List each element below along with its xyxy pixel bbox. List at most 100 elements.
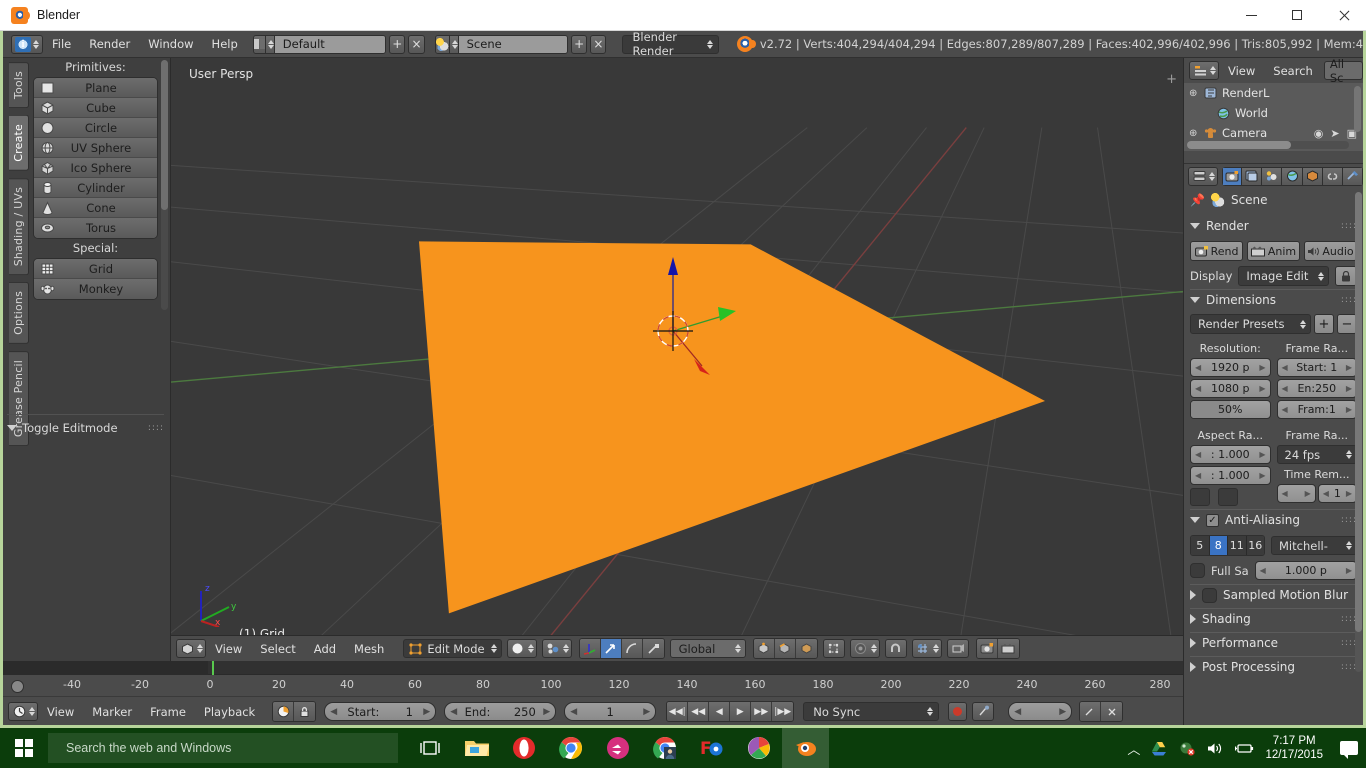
add-ico-sphere-button[interactable]: Ico Sphere	[34, 158, 157, 178]
add-preset-button[interactable]: +	[1314, 314, 1334, 334]
start-button[interactable]	[0, 728, 48, 768]
border-toggle[interactable]	[1190, 488, 1210, 506]
file-explorer-button[interactable]	[453, 728, 500, 768]
sidebar-item-create[interactable]: Create	[9, 115, 29, 171]
chrome-profile-button[interactable]	[641, 728, 688, 768]
snap-target-selector[interactable]	[912, 639, 942, 658]
timeline-zoom-handle[interactable]	[11, 680, 24, 693]
add-plane-button[interactable]: Plane	[34, 78, 157, 98]
translate-manipulator-icon[interactable]	[601, 639, 622, 658]
render-audio-button[interactable]: Audio	[1304, 241, 1357, 261]
lock-interface-button[interactable]	[1335, 266, 1357, 286]
viewport-shading-selector[interactable]	[507, 639, 537, 658]
tab-scene[interactable]	[1262, 167, 1282, 186]
increment-icon[interactable]: ▶	[1259, 363, 1265, 372]
viewport-panel-toggle-icon[interactable]: +	[1166, 72, 1177, 87]
edge-select-icon[interactable]	[775, 639, 796, 658]
delete-scene-button[interactable]: ×	[590, 35, 606, 54]
timeline-playhead[interactable]	[212, 661, 214, 675]
increment-icon[interactable]: ▶	[1259, 450, 1265, 459]
increment-icon[interactable]: ▶	[1259, 384, 1265, 393]
maximize-button[interactable]	[1274, 0, 1320, 31]
snap-toggle-button[interactable]	[885, 639, 907, 658]
increment-icon[interactable]: ▶	[1346, 489, 1352, 498]
lock-icon[interactable]	[294, 702, 315, 721]
picasa-button[interactable]	[735, 728, 782, 768]
dimensions-section-header[interactable]: Dimensions ::::	[1190, 289, 1357, 310]
add-monkey-button[interactable]: Monkey	[34, 279, 157, 299]
add-cube-button[interactable]: Cube	[34, 98, 157, 118]
increment-icon[interactable]: ▶	[1059, 707, 1066, 717]
pin-icon[interactable]: 📌	[1190, 193, 1205, 207]
timeline-scrollbar-track[interactable]	[3, 661, 1183, 675]
viewport-menu-view[interactable]: View	[206, 639, 251, 659]
outliner-display-mode[interactable]: All Sc	[1324, 61, 1363, 80]
close-button[interactable]	[1320, 0, 1366, 31]
expand-icon[interactable]: ⊕	[1189, 128, 1197, 139]
toggle-editmode-header[interactable]: Toggle Editmode ::::	[7, 421, 164, 435]
3d-viewport[interactable]: User Persp + (1) Grid z y x	[171, 58, 1183, 661]
scene-selector[interactable]: Scene	[435, 35, 568, 54]
timeline-editor-type-selector[interactable]	[8, 702, 38, 721]
timeline-settings-icon[interactable]	[1080, 702, 1101, 721]
performance-section-header[interactable]: Performance ::::	[1190, 632, 1357, 653]
sidebar-item-options[interactable]: Options	[9, 282, 29, 344]
transform-orientation-selector[interactable]: Global	[670, 639, 746, 658]
outliner-menu-search[interactable]: Search	[1264, 61, 1322, 81]
frame-start-field[interactable]: ◀ Start: 1 ▶	[324, 702, 436, 721]
frame-end-prop-field[interactable]: ◀ En:250 ▶	[1277, 379, 1358, 398]
timeline-extra-field[interactable]: ◀ ▶	[1008, 702, 1072, 721]
timeline-delete-icon[interactable]	[1101, 702, 1122, 721]
interaction-mode-selector[interactable]: Edit Mode	[403, 639, 501, 658]
blender-taskbar-button[interactable]	[782, 728, 829, 768]
antialiasing-section-header[interactable]: ✓ Anti-Aliasing ::::	[1190, 509, 1357, 530]
shading-section-header[interactable]: Shading ::::	[1190, 608, 1357, 629]
play-icon[interactable]: ▶	[730, 702, 751, 721]
decrement-icon[interactable]: ◀	[1282, 489, 1288, 498]
rotate-manipulator-icon[interactable]	[622, 639, 643, 658]
task-view-button[interactable]	[406, 728, 453, 768]
timeline-menu-view[interactable]: View	[38, 702, 83, 722]
google-drive-icon[interactable]	[1151, 741, 1168, 756]
crop-toggle[interactable]	[1218, 488, 1238, 506]
increment-icon[interactable]: ▶	[1305, 489, 1311, 498]
sampled-motion-blur-checkbox[interactable]	[1202, 588, 1217, 603]
viewport-editor-type-selector[interactable]	[176, 639, 206, 658]
timeline-menu-marker[interactable]: Marker	[83, 702, 141, 722]
aa-sample-11[interactable]: 11	[1228, 536, 1247, 555]
increment-icon[interactable]: ▶	[1259, 471, 1265, 480]
add-cylinder-button[interactable]: Cylinder	[34, 178, 157, 198]
resolution-y-field[interactable]: ◀ 1080 p ▶	[1190, 379, 1271, 398]
outliner-menu-view[interactable]: View	[1219, 61, 1264, 81]
add-cone-button[interactable]: Cone	[34, 198, 157, 218]
eye-icon[interactable]: ◉	[1314, 127, 1324, 140]
aa-sample-16[interactable]: 16	[1247, 536, 1265, 555]
aspect-x-field[interactable]: ◀ : 1.000 ▶	[1190, 445, 1271, 464]
delete-screen-button[interactable]: ×	[408, 35, 424, 54]
decrement-icon[interactable]: ◀	[330, 707, 337, 717]
menu-help[interactable]: Help	[203, 34, 247, 54]
timeline-menu-frame[interactable]: Frame	[141, 702, 195, 722]
menu-file[interactable]: File	[43, 34, 80, 54]
menu-window[interactable]: Window	[139, 34, 202, 54]
tool-shelf-scrollbar[interactable]	[161, 60, 168, 310]
tab-modifiers[interactable]	[1343, 167, 1363, 186]
face-select-icon[interactable]	[796, 639, 817, 658]
frame-start-prop-field[interactable]: ◀ Start: 1 ▶	[1277, 358, 1358, 377]
viewport-menu-select[interactable]: Select	[251, 639, 304, 659]
decrement-icon[interactable]: ◀	[570, 707, 577, 717]
outliner-horizontal-scrollbar[interactable]	[1187, 141, 1349, 149]
add-scene-button[interactable]: +	[571, 35, 587, 54]
render-region-button[interactable]	[947, 639, 969, 658]
tab-render[interactable]	[1222, 167, 1242, 186]
frame-step-field[interactable]: ◀ Fram:1 ▶	[1277, 400, 1358, 419]
list-item[interactable]: World	[1184, 103, 1363, 123]
time-remap-old-field[interactable]: ◀ ▶	[1277, 484, 1316, 503]
add-grid-button[interactable]: Grid	[34, 259, 157, 279]
sampled-motion-blur-header[interactable]: Sampled Motion Blur	[1190, 584, 1357, 605]
increment-icon[interactable]: ▶	[423, 707, 430, 717]
viewport-menu-mesh[interactable]: Mesh	[345, 639, 393, 659]
pivot-point-selector[interactable]	[542, 639, 572, 658]
filter-size-field[interactable]: ◀ 1.000 p ▶	[1255, 561, 1357, 580]
antialiasing-filter-selector[interactable]: Mitchell-	[1271, 536, 1357, 555]
